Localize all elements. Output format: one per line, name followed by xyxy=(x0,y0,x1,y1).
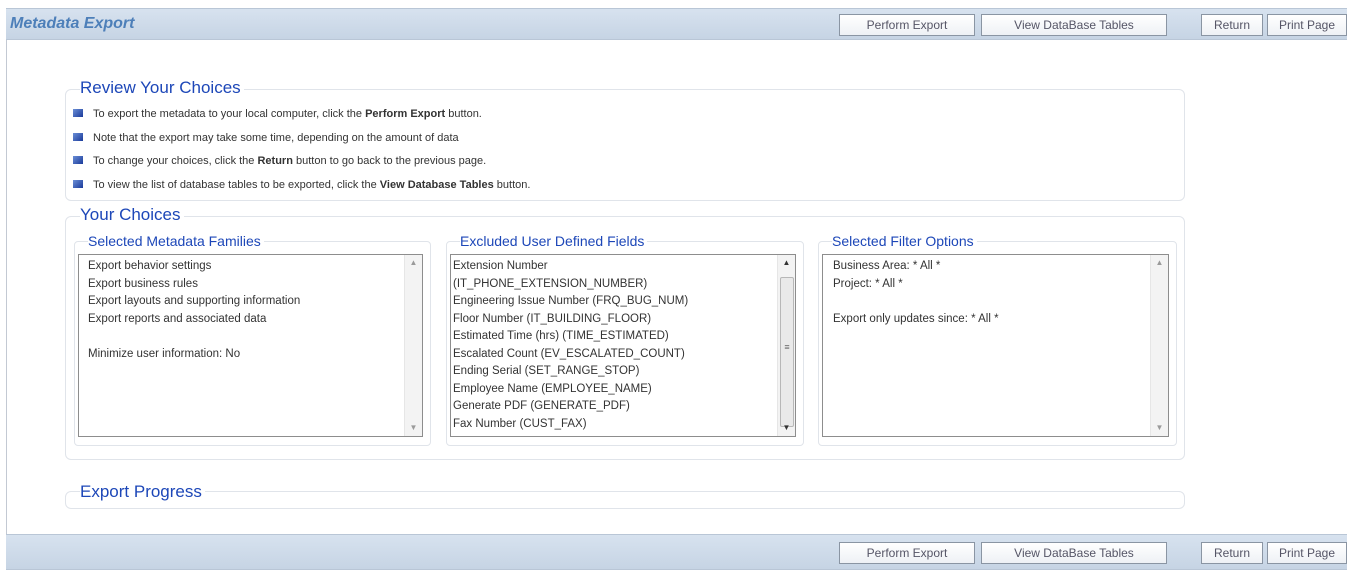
excluded-field-item: Estimated Time (hrs) (TIME_ESTIMATED) xyxy=(453,330,669,342)
excluded-field-item: Floor Number (IT_BUILDING_FLOOR) xyxy=(453,312,652,325)
perform-export-button[interactable]: Perform Export xyxy=(839,14,975,36)
bullet-text: To view the list of database tables to b… xyxy=(93,178,380,191)
your-choices-legend: Your Choices xyxy=(80,205,184,225)
return-button[interactable]: Return xyxy=(1201,542,1263,564)
review-bullet-list: To export the metadata to your local com… xyxy=(73,106,530,200)
filter-option-item: Export only updates since: * All * xyxy=(833,312,999,325)
families-legend: Selected Metadata Families xyxy=(88,233,264,249)
review-bullet: To export the metadata to your local com… xyxy=(73,106,530,130)
excluded-field-item: (IT_PHONE_EXTENSION_NUMBER) xyxy=(453,277,648,290)
return-button[interactable]: Return xyxy=(1201,14,1263,36)
excluded-field-item: Engineering Issue Number (FRQ_BUG_NUM) xyxy=(453,295,689,307)
bullet-text: button to go back to the previous page. xyxy=(292,155,487,167)
excluded-field-item: Ending Serial (SET_RANGE_STOP) xyxy=(453,365,640,377)
bullet-square-icon xyxy=(73,156,83,164)
bullet-bold-text: View Database Tables xyxy=(379,178,494,191)
scroll-up-icon[interactable]: ▲ xyxy=(778,255,795,271)
bullet-bold-text: Return xyxy=(257,155,293,167)
scroll-down-icon[interactable]: ▼ xyxy=(405,420,422,436)
scroll-up-icon[interactable]: ▲ xyxy=(405,255,422,271)
filter-option-item: Project: * All * xyxy=(833,277,903,290)
filters-scrollbar[interactable]: ▲ ▼ xyxy=(1150,255,1168,436)
excluded-field-item: Extension Number xyxy=(453,260,548,272)
bullet-square-icon xyxy=(73,179,83,188)
family-item: Minimize user information: No xyxy=(88,347,241,360)
excluded-legend: Excluded User Defined Fields xyxy=(460,233,648,249)
families-scrollbar[interactable]: ▲ ▼ xyxy=(404,255,422,436)
excluded-field-item: Generate PDF (GENERATE_PDF) xyxy=(453,400,630,412)
excluded-scrollbar[interactable]: ▲ ≡ ▼ xyxy=(777,255,795,436)
filters-legend: Selected Filter Options xyxy=(832,233,977,249)
families-items: Export behavior settings Export business … xyxy=(88,258,300,363)
print-page-button[interactable]: Print Page xyxy=(1267,14,1347,36)
page-title: Metadata Export xyxy=(10,15,135,32)
excluded-field-item: Employee Name (EMPLOYEE_NAME) xyxy=(453,382,652,395)
view-database-tables-button[interactable]: View DataBase Tables xyxy=(981,542,1167,564)
bullet-text: button. xyxy=(493,178,531,191)
export-progress-fieldset xyxy=(65,491,1185,509)
bottom-toolbar: Perform Export View DataBase Tables Retu… xyxy=(6,534,1347,570)
bullet-square-icon xyxy=(73,132,83,141)
bullet-text: To export the metadata to your local com… xyxy=(93,108,366,120)
scroll-down-icon[interactable]: ▼ xyxy=(778,420,795,436)
excluded-field-item: Fax Number (CUST_FAX) xyxy=(453,417,587,430)
family-item: Export business rules xyxy=(88,277,198,290)
review-legend: Review Your Choices xyxy=(80,78,244,98)
review-bullet: Note that the export may take some time,… xyxy=(73,130,530,154)
family-item: Export reports and associated data xyxy=(88,312,267,325)
scroll-up-icon[interactable]: ▲ xyxy=(1151,255,1168,271)
excluded-listbox[interactable]: Extension Number (IT_PHONE_EXTENSION_NUMB… xyxy=(450,254,796,437)
family-item xyxy=(88,328,300,346)
review-bullet: To view the list of database tables to b… xyxy=(73,177,530,201)
excluded-field-item: Escalated Count (EV_ESCALATED_COUNT) xyxy=(453,347,685,360)
export-progress-legend: Export Progress xyxy=(80,482,205,502)
bullet-square-icon xyxy=(73,109,83,117)
view-database-tables-button[interactable]: View DataBase Tables xyxy=(981,14,1167,36)
bullet-text: To change your choices, click the xyxy=(93,155,258,167)
bullet-text: button. xyxy=(445,108,482,120)
bullet-bold-text: Perform Export xyxy=(365,108,446,120)
print-page-button[interactable]: Print Page xyxy=(1267,542,1347,564)
filters-items: Business Area: * All * Project: * All * Ex… xyxy=(833,258,999,328)
families-listbox[interactable]: Export behavior settings Export business … xyxy=(78,254,423,437)
excluded-items: Extension Number (IT_PHONE_EXTENSION_NUMB… xyxy=(453,258,688,433)
scroll-thumb[interactable]: ≡ xyxy=(780,277,794,427)
family-item: Export behavior settings xyxy=(88,260,212,272)
filters-listbox[interactable]: Business Area: * All * Project: * All * Ex… xyxy=(822,254,1169,437)
perform-export-button[interactable]: Perform Export xyxy=(839,542,975,564)
family-item: Export layouts and supporting informatio… xyxy=(88,295,301,307)
scroll-down-icon[interactable]: ▼ xyxy=(1151,420,1168,436)
filter-option-item: Business Area: * All * xyxy=(833,260,941,272)
top-toolbar: Metadata Export Perform Export View Data… xyxy=(6,8,1347,40)
grip-icon: ≡ xyxy=(784,342,790,352)
filter-option-item xyxy=(833,293,999,311)
bullet-text: Note that the export may take some time,… xyxy=(93,131,459,144)
review-bullet: To change your choices, click the Return… xyxy=(73,153,530,177)
